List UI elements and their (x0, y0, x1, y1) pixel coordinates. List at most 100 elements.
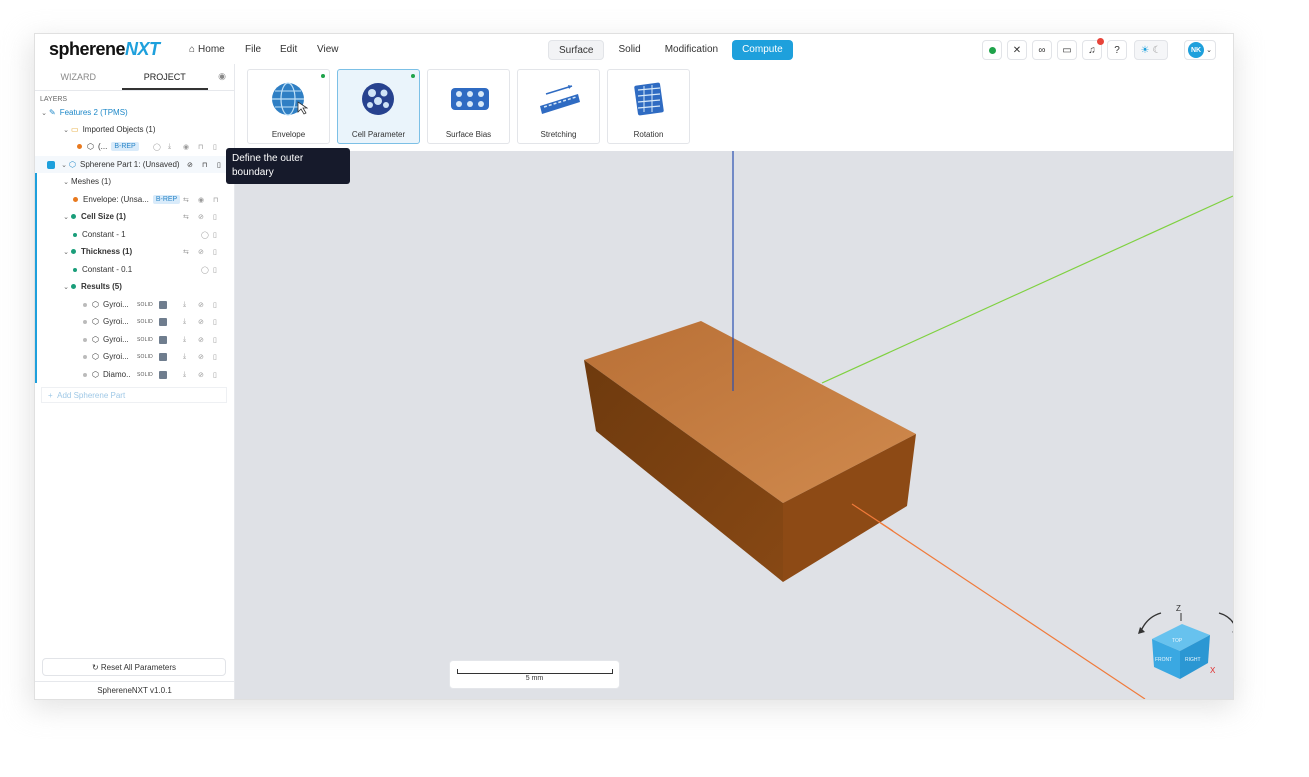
trash-icon[interactable]: ▯ (213, 318, 217, 326)
envelope-label: Envelope (271, 130, 306, 139)
layer-imported-objects[interactable]: ⌄ ▭ Imported Objects (1) (35, 121, 234, 138)
chevron-down-icon[interactable]: ⌄ (61, 126, 71, 134)
layer-results[interactable]: ⌄ Results (5) (35, 278, 234, 295)
layer-spherene-part[interactable]: ⌄ ⬡ Spherene Part 1: (Unsaved) ⊘ ⊓ ▯ (35, 156, 234, 173)
theme-toggle[interactable]: ☀ ☾ (1134, 40, 1168, 60)
download-icon[interactable]: ⤓ (168, 143, 171, 151)
swap-icon[interactable]: ⇆ (183, 213, 189, 221)
trash-icon[interactable]: ▯ (213, 231, 217, 239)
trash-icon[interactable]: ▯ (213, 353, 217, 361)
layer-thickness[interactable]: ⌄ Thickness (1) ⇆ ⊘ ▯ (35, 243, 234, 260)
color-swatch[interactable] (159, 352, 167, 361)
notifications-button[interactable]: ♫ (1082, 38, 1104, 60)
download-icon[interactable]: ⤓ (183, 336, 186, 344)
eye-icon[interactable]: ◉ (198, 196, 204, 204)
eye-off-icon[interactable]: ⊘ (198, 318, 204, 326)
checkbox[interactable] (47, 160, 55, 169)
swap-icon[interactable]: ⇆ (183, 248, 189, 256)
tools-button[interactable]: ✕ (1007, 40, 1027, 60)
help-button[interactable]: ? (1107, 40, 1127, 60)
tab-surface[interactable]: Surface (548, 40, 605, 60)
chevron-down-icon[interactable]: ⌄ (39, 109, 49, 117)
link-button[interactable]: ∞ (1032, 40, 1052, 60)
color-swatch[interactable] (159, 370, 167, 379)
tab-solid[interactable]: Solid (608, 40, 650, 60)
eye-off-icon[interactable]: ⊘ (198, 353, 204, 361)
menu-edit[interactable]: Edit (280, 44, 297, 55)
tab-modification[interactable]: Modification (655, 40, 728, 60)
layer-meshes[interactable]: ⌄ Meshes (1) (35, 173, 234, 190)
trash-icon[interactable]: ▯ (213, 248, 217, 256)
chevron-down-icon[interactable]: ⌄ (61, 213, 71, 221)
thickness-constant[interactable]: Constant - 0.1 ◯ ▯ (35, 261, 234, 278)
trash-icon[interactable]: ▯ (213, 371, 217, 379)
chevron-down-icon[interactable]: ⌄ (61, 178, 71, 186)
result-item[interactable]: ⬡ Gyroi... SOLID ⤓ ⊘ ▯ (35, 313, 234, 330)
result-item[interactable]: ⬡ Gyroi... SOLID ⤓ ⊘ ▯ (35, 296, 234, 313)
navigation-cube[interactable]: Z X TOP FRONT RIGHT (1138, 604, 1233, 679)
rotate-left-icon[interactable] (1138, 627, 1145, 634)
cell-parameter-tool[interactable]: Cell Parameter (337, 69, 420, 144)
trash-icon[interactable]: ▯ (213, 336, 217, 344)
menu-file[interactable]: File (245, 44, 261, 55)
tab-project[interactable]: PROJECT (121, 64, 208, 90)
chevron-down-icon[interactable]: ⌄ (61, 283, 71, 291)
trash-icon[interactable]: ▯ (213, 301, 217, 309)
eye-off-icon[interactable]: ⊘ (198, 371, 204, 379)
3d-viewport[interactable]: Z X TOP FRONT RIGHT (235, 151, 1233, 699)
trash-icon[interactable]: ▯ (213, 143, 217, 151)
download-icon[interactable]: ⤓ (183, 318, 186, 326)
target-icon[interactable]: ◯ (201, 231, 209, 239)
result-item[interactable]: ⬡ Diamo... SOLID ⤓ ⊘ ▯ (35, 366, 234, 383)
menu-home[interactable]: ⌂ Home (189, 44, 225, 55)
tab-wizard[interactable]: WIZARD (35, 64, 122, 90)
menu-view[interactable]: View (317, 44, 339, 55)
status-button[interactable] (982, 40, 1002, 60)
eye-off-icon[interactable]: ⊘ (198, 336, 204, 344)
chevron-down-icon[interactable]: ⌄ (61, 248, 71, 256)
scale-bar: 5 mm (449, 660, 620, 689)
lock-icon[interactable]: ⊓ (198, 143, 203, 151)
download-icon[interactable]: ⤓ (183, 301, 186, 309)
add-spherene-part-button[interactable]: + Add Spherene Part (41, 387, 227, 403)
download-icon[interactable]: ⤓ (183, 353, 186, 361)
eye-off-icon[interactable]: ⊘ (198, 301, 204, 309)
scene[interactable]: Z X TOP FRONT RIGHT (235, 151, 1233, 699)
mesh-envelope-item[interactable]: Envelope: (Unsa... B-REP ⇆ ◉ ⊓ (35, 191, 234, 208)
eye-off-icon[interactable]: ⊘ (198, 248, 204, 256)
trash-icon[interactable]: ▯ (217, 161, 221, 169)
color-swatch[interactable] (159, 300, 167, 309)
user-menu-button[interactable]: NK ⌄ (1184, 40, 1216, 60)
reset-parameters-button[interactable]: ↻ Reset All Parameters (42, 658, 226, 676)
rotation-tool[interactable]: Rotation (607, 69, 690, 144)
rotate-right-icon[interactable] (1232, 628, 1233, 635)
theme-toggle-button[interactable]: ☀ ☾ (1134, 40, 1168, 60)
target-icon[interactable]: ◯ (201, 266, 209, 274)
trash-icon[interactable]: ▯ (213, 266, 217, 274)
envelope-tool[interactable]: Envelope (247, 69, 330, 144)
color-swatch[interactable] (159, 317, 167, 326)
target-icon[interactable]: ◯ (153, 143, 161, 151)
layer-features[interactable]: ⌄ ✎ Features 2 (TPMS) (35, 104, 234, 121)
lock-icon[interactable]: ⊓ (213, 196, 218, 204)
swap-icon[interactable]: ⇆ (183, 196, 189, 204)
imported-item[interactable]: ⬡ (... B-REP ◯ ⤓ ◉ ⊓ ▯ (35, 138, 234, 155)
eye-off-icon[interactable]: ⊘ (198, 213, 204, 221)
eye-icon[interactable]: ◉ (218, 71, 226, 82)
download-icon[interactable]: ⤓ (183, 371, 186, 379)
chevron-down-icon[interactable]: ⌄ (59, 161, 69, 169)
trash-icon[interactable]: ▯ (213, 213, 217, 221)
eye-icon[interactable]: ◉ (183, 143, 189, 151)
stretching-tool[interactable]: Stretching (517, 69, 600, 144)
result-item[interactable]: ⬡ Gyroi... SOLID ⤓ ⊘ ▯ (35, 331, 234, 348)
color-swatch[interactable] (159, 335, 167, 344)
layer-cell-size[interactable]: ⌄ Cell Size (1) ⇆ ⊘ ▯ (35, 208, 234, 225)
user-menu[interactable]: NK ⌄ (1184, 40, 1216, 60)
surface-bias-tool[interactable]: Surface Bias (427, 69, 510, 144)
result-item[interactable]: ⬡ Gyroi... SOLID ⤓ ⊘ ▯ (35, 348, 234, 365)
compute-button[interactable]: Compute (732, 40, 793, 60)
cell-size-constant[interactable]: Constant - 1 ◯ ▯ (35, 226, 234, 243)
lock-icon[interactable]: ⊓ (202, 161, 207, 169)
eye-off-icon[interactable]: ⊘ (187, 161, 193, 169)
chat-button[interactable]: ▭ (1057, 40, 1077, 60)
